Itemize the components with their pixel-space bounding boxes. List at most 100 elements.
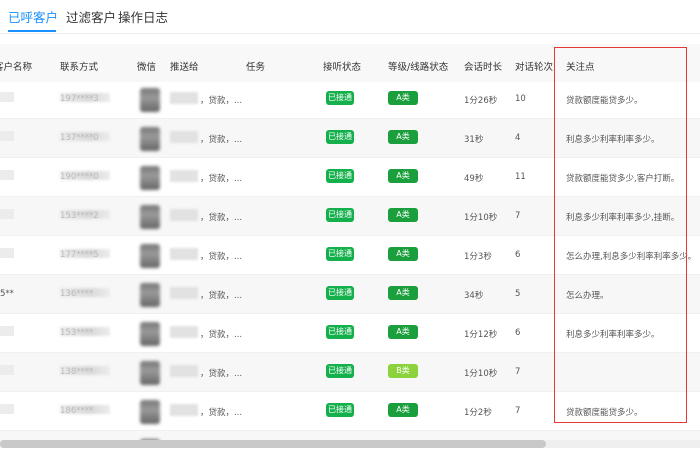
- session-duration: 31秒: [464, 135, 484, 145]
- push-recipient-redacted: [170, 365, 198, 377]
- connect-status-badge: 已接通: [326, 208, 354, 222]
- push-recipient-redacted: [170, 287, 198, 299]
- scrollbar-thumb[interactable]: [0, 440, 546, 448]
- table-row[interactable]: 190****0 ，贷款，... 已接通 A类 49秒 11 贷款额度能贷多少,客户打断。: [0, 158, 700, 197]
- horizontal-scrollbar[interactable]: [0, 440, 700, 448]
- phone-number: 186****: [60, 406, 94, 416]
- focus-point: 利息多少利率利率多少。: [566, 330, 660, 340]
- push-to-text: ，贷款，...: [200, 213, 243, 223]
- dialog-rounds: 7: [515, 211, 521, 221]
- header-dialog-rounds: 对话轮次: [515, 62, 554, 73]
- dialog-rounds: 5: [515, 289, 521, 299]
- tab-operation-log[interactable]: 操作日志: [118, 7, 168, 26]
- customer-name-redacted: [0, 404, 14, 414]
- grade-badge: A类: [388, 247, 418, 261]
- push-recipient-redacted: [170, 209, 198, 221]
- push-recipient-redacted: [170, 248, 198, 260]
- connect-status-badge: 已接通: [326, 364, 354, 378]
- table-row[interactable]: 5** 136**** ，贷款，... 已接通 A类 34秒 5 怎么办理。: [0, 275, 700, 314]
- grade-badge: A类: [388, 286, 418, 300]
- push-to-text: ，贷款，...: [200, 330, 243, 340]
- wechat-avatar[interactable]: [140, 322, 160, 346]
- header-connect-status: 接听状态: [323, 62, 362, 73]
- customer-name-redacted: [0, 92, 14, 102]
- table-row[interactable]: 186**** ，贷款，... 已接通 A类 1分2秒 7 贷款额度能贷多少。: [0, 392, 700, 431]
- wechat-avatar[interactable]: [140, 361, 160, 385]
- phone-number: 136****: [60, 289, 94, 299]
- dialog-rounds: 4: [515, 133, 521, 143]
- connect-status-badge: 已接通: [326, 286, 354, 300]
- push-to-text: ，贷款，...: [200, 174, 243, 184]
- wechat-avatar[interactable]: [140, 88, 160, 112]
- dialog-rounds: 7: [515, 406, 521, 416]
- phone-number: 153****: [60, 328, 94, 338]
- wechat-avatar[interactable]: [140, 244, 160, 268]
- grade-badge: A类: [388, 208, 418, 222]
- wechat-avatar[interactable]: [140, 283, 160, 307]
- header-customer-name: 客户名称: [0, 62, 33, 73]
- focus-point: 利息多少利率利率多少,挂断。: [566, 213, 680, 223]
- grade-badge: B类: [388, 364, 418, 378]
- push-to-text: ，贷款，...: [200, 96, 243, 106]
- table-row[interactable]: 153**** ，贷款，... 已接通 A类 1分12秒 6 利息多少利率利率多少。: [0, 314, 700, 353]
- connect-status-badge: 已接通: [326, 403, 354, 417]
- push-to-text: ，贷款，...: [200, 252, 243, 262]
- wechat-avatar[interactable]: [140, 205, 160, 229]
- header-focus-points: 关注点: [566, 62, 595, 73]
- session-duration: 1分10秒: [464, 369, 498, 379]
- wechat-avatar[interactable]: [140, 127, 160, 151]
- push-recipient-redacted: [170, 131, 198, 143]
- wechat-avatar[interactable]: [140, 400, 160, 424]
- dialog-rounds: 11: [515, 172, 526, 182]
- wechat-avatar[interactable]: [140, 166, 160, 190]
- focus-point: 贷款额度能贷多少。: [566, 408, 643, 418]
- grade-badge: A类: [388, 169, 418, 183]
- grade-badge: A类: [388, 325, 418, 339]
- dialog-rounds: 7: [515, 367, 521, 377]
- table-row[interactable]: 177****5 ，贷款，... 已接通 A类 1分3秒 6 怎么办理,利息多少利率利率多少…: [0, 236, 700, 275]
- phone-number: 137****0: [60, 133, 99, 143]
- connect-status-badge: 已接通: [326, 247, 354, 261]
- connect-status-badge: 已接通: [326, 169, 354, 183]
- session-duration: 34秒: [464, 291, 484, 301]
- dialog-rounds: 10: [515, 94, 526, 104]
- tab-filtered-customers[interactable]: 过滤客户: [66, 7, 116, 26]
- push-to-text: ，贷款，...: [200, 369, 243, 379]
- customer-table: 客户名称 联系方式 微信 推送给 任务 接听状态 等级/线路状态 会话时长 对话…: [0, 44, 700, 444]
- table-row[interactable]: 138**** ，贷款，... 已接通 B类 1分10秒 7: [0, 353, 700, 392]
- table-row[interactable]: 153****2 ，贷款，... 已接通 A类 1分10秒 7 利息多少利率利率多少,挂断。: [0, 197, 700, 236]
- session-duration: 1分10秒: [464, 213, 498, 223]
- grade-badge: A类: [388, 91, 418, 105]
- tab-bar: 已呼客户 过滤客户 操作日志: [0, 0, 700, 34]
- header-task: 任务: [246, 62, 266, 73]
- session-duration: 49秒: [464, 174, 484, 184]
- session-duration: 1分12秒: [464, 330, 498, 340]
- header-phone: 联系方式: [60, 62, 99, 73]
- header-push-to: 推送给: [170, 62, 199, 73]
- session-duration: 1分3秒: [464, 252, 492, 262]
- session-duration: 1分2秒: [464, 408, 492, 418]
- grade-badge: A类: [388, 403, 418, 417]
- header-session-duration: 会话时长: [464, 62, 503, 73]
- push-recipient-redacted: [170, 404, 198, 416]
- header-grade-line-status: 等级/线路状态: [388, 62, 449, 73]
- push-recipient-redacted: [170, 92, 198, 104]
- dialog-rounds: 6: [515, 328, 521, 338]
- phone-number: 197****3: [60, 94, 99, 104]
- customer-name-redacted: [0, 131, 14, 141]
- table-row[interactable]: 197****3 ，贷款，... 已接通 A类 1分26秒 10 贷款额度能贷多少。: [0, 80, 700, 119]
- phone-number: 153****2: [60, 211, 99, 221]
- focus-point: 贷款额度能贷多少,客户打断。: [566, 174, 680, 184]
- tab-called-customers[interactable]: 已呼客户: [8, 7, 58, 26]
- phone-number: 138****: [60, 367, 94, 377]
- phone-number: 190****0: [60, 172, 99, 182]
- table-row[interactable]: 137****0 ，贷款，... 已接通 A类 31秒 4 利息多少利率利率多少。: [0, 119, 700, 158]
- customer-name-redacted: [0, 209, 14, 219]
- customer-name: 5**: [0, 289, 14, 299]
- customer-name-redacted: [0, 365, 14, 375]
- dialog-rounds: 6: [515, 250, 521, 260]
- phone-number: 177****5: [60, 250, 99, 260]
- push-recipient-redacted: [170, 170, 198, 182]
- connect-status-badge: 已接通: [326, 130, 354, 144]
- push-recipient-redacted: [170, 326, 198, 338]
